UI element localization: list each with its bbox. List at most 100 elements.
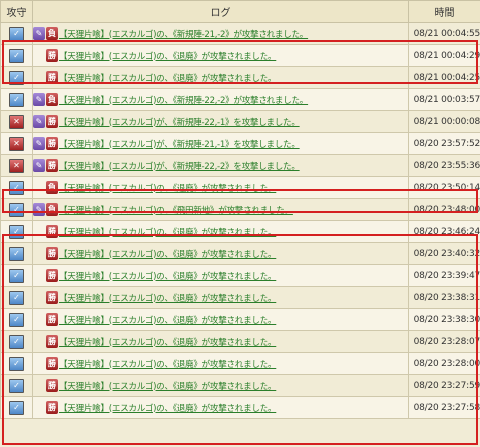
log-row: ✓ 勝【天狸片喰】(エスカルゴ)の、《退廃》が攻撃されました。 08/20 23:2… bbox=[0, 352, 480, 375]
attack-defense-cell: ✓ bbox=[0, 44, 33, 67]
shield-check-icon: ✓ bbox=[9, 26, 24, 41]
pen-icon: ✎ bbox=[33, 27, 45, 40]
log-row: ✓ 負【天狸片喰】(エスカルゴ)の、《退廃》が攻撃されました。 08/20 23:5… bbox=[0, 176, 480, 199]
timestamp: 08/20 23:50:14 bbox=[408, 176, 480, 199]
pen-icon: ✎ bbox=[33, 115, 45, 128]
crossed-swords-icon: ✕ bbox=[9, 158, 24, 173]
result-badge: 勝 bbox=[46, 137, 58, 150]
log-link[interactable]: 【天狸片喰】(エスカルゴ)の、《退廃》が攻撃されました。 bbox=[59, 248, 277, 260]
shield-check-icon: ✓ bbox=[9, 224, 24, 239]
log-link[interactable]: 【天狸片喰】(エスカルゴ)が、《新規陣-21,-1》を攻撃しました。 bbox=[59, 138, 300, 150]
shield-check-icon: ✓ bbox=[9, 92, 24, 107]
log-row: ✕ ✎ 勝【天狸片喰】(エスカルゴ)が、《新規陣-22,-2》を攻撃しました。 08/… bbox=[0, 154, 480, 177]
result-badge: 勝 bbox=[46, 357, 58, 370]
timestamp: 08/20 23:38:30 bbox=[408, 308, 480, 331]
log-row: ✓ ✎ 負【天狸片喰】(エスカルゴ)の、《新規陣-22,-2》が攻撃されました。 08… bbox=[0, 88, 480, 111]
log-cell: 勝【天狸片喰】(エスカルゴ)の、《退廃》が攻撃されました。 bbox=[32, 352, 409, 375]
attack-defense-cell: ✓ bbox=[0, 176, 33, 199]
result-badge: 勝 bbox=[46, 49, 58, 62]
log-link[interactable]: 【天狸片喰】(エスカルゴ)の、《退廃》が攻撃されました。 bbox=[59, 314, 277, 326]
log-row: ✓ 勝【天狸片喰】(エスカルゴ)の、《退廃》が攻撃されました。 08/20 23:3… bbox=[0, 308, 480, 331]
log-cell: 負【天狸片喰】(エスカルゴ)の、《退廃》が攻撃されました。 bbox=[32, 176, 409, 199]
shield-check-icon: ✓ bbox=[9, 400, 24, 415]
header-log: ログ bbox=[32, 0, 409, 23]
pen-icon: ✎ bbox=[33, 137, 45, 150]
pen-icon: ✎ bbox=[33, 203, 45, 216]
log-row: ✓ 勝【天狸片喰】(エスカルゴ)の、《退廃》が攻撃されました。 08/21 00:0… bbox=[0, 44, 480, 67]
log-row: ✓ 勝【天狸片喰】(エスカルゴ)の、《退廃》が攻撃されました。 08/20 23:2… bbox=[0, 396, 480, 419]
timestamp: 08/20 23:38:31 bbox=[408, 286, 480, 309]
shield-check-icon: ✓ bbox=[9, 378, 24, 393]
log-link[interactable]: 【天狸片喰】(エスカルゴ)の、《退廃》が攻撃されました。 bbox=[59, 270, 277, 282]
timestamp: 08/20 23:48:00 bbox=[408, 198, 480, 221]
log-link[interactable]: 【天狸片喰】(エスカルゴ)の、《退廃》が攻撃されました。 bbox=[59, 226, 277, 238]
log-link[interactable]: 【天狸片喰】(エスカルゴ)の、《退廃》が攻撃されました。 bbox=[59, 358, 277, 370]
pen-icon: ✎ bbox=[33, 159, 45, 172]
result-badge: 勝 bbox=[46, 71, 58, 84]
attack-defense-cell: ✕ bbox=[0, 132, 33, 155]
log-row: ✓ 勝【天狸片喰】(エスカルゴ)の、《退廃》が攻撃されました。 08/20 23:4… bbox=[0, 220, 480, 243]
attack-defense-cell: ✓ bbox=[0, 198, 33, 221]
result-badge: 勝 bbox=[46, 335, 58, 348]
result-badge: 勝 bbox=[46, 115, 58, 128]
header-row: 攻守 ログ 時間 bbox=[0, 0, 480, 23]
log-link[interactable]: 【天狸片喰】(エスカルゴ)の、《飛田新地》が攻撃されました。 bbox=[59, 204, 293, 216]
shield-check-icon: ✓ bbox=[9, 334, 24, 349]
attack-defense-cell: ✓ bbox=[0, 22, 33, 45]
log-link[interactable]: 【天狸片喰】(エスカルゴ)の、《退廃》が攻撃されました。 bbox=[59, 380, 277, 392]
log-link[interactable]: 【天狸片喰】(エスカルゴ)が、《新規陣-22,-1》を攻撃しました。 bbox=[59, 116, 300, 128]
log-cell: ✎ 負【天狸片喰】(エスカルゴ)の、《飛田新地》が攻撃されました。 bbox=[32, 198, 409, 221]
timestamp: 08/21 00:03:57 bbox=[408, 88, 480, 111]
log-cell: 勝【天狸片喰】(エスカルゴ)の、《退廃》が攻撃されました。 bbox=[32, 308, 409, 331]
attack-defense-cell: ✕ bbox=[0, 110, 33, 133]
header-time: 時間 bbox=[408, 0, 480, 23]
attack-defense-cell: ✓ bbox=[0, 396, 33, 419]
crossed-swords-icon: ✕ bbox=[9, 114, 24, 129]
log-cell: 勝【天狸片喰】(エスカルゴ)の、《退廃》が攻撃されました。 bbox=[32, 330, 409, 353]
log-link[interactable]: 【天狸片喰】(エスカルゴ)の、《退廃》が攻撃されました。 bbox=[59, 336, 277, 348]
log-cell: ✎ 勝【天狸片喰】(エスカルゴ)が、《新規陣-21,-1》を攻撃しました。 bbox=[32, 132, 409, 155]
log-link[interactable]: 【天狸片喰】(エスカルゴ)の、《退廃》が攻撃されました。 bbox=[59, 182, 277, 194]
attack-defense-cell: ✓ bbox=[0, 286, 33, 309]
log-link[interactable]: 【天狸片喰】(エスカルゴ)の、《退廃》が攻撃されました。 bbox=[59, 50, 277, 62]
shield-check-icon: ✓ bbox=[9, 48, 24, 63]
timestamp: 08/21 00:04:29 bbox=[408, 44, 480, 67]
result-badge: 負 bbox=[46, 93, 58, 106]
log-cell: ✎ 負【天狸片喰】(エスカルゴ)の、《新規陣-21,-2》が攻撃されました。 bbox=[32, 22, 409, 45]
timestamp: 08/21 00:04:55 bbox=[408, 22, 480, 45]
log-link[interactable]: 【天狸片喰】(エスカルゴ)の、《退廃》が攻撃されました。 bbox=[59, 402, 277, 414]
timestamp: 08/20 23:28:07 bbox=[408, 330, 480, 353]
log-row: ✓ 勝【天狸片喰】(エスカルゴ)の、《退廃》が攻撃されました。 08/20 23:2… bbox=[0, 330, 480, 353]
log-link[interactable]: 【天狸片喰】(エスカルゴ)の、《退廃》が攻撃されました。 bbox=[59, 72, 277, 84]
timestamp: 08/20 23:27:58 bbox=[408, 396, 480, 419]
log-cell: 勝【天狸片喰】(エスカルゴ)の、《退廃》が攻撃されました。 bbox=[32, 242, 409, 265]
shield-check-icon: ✓ bbox=[9, 268, 24, 283]
attack-defense-cell: ✓ bbox=[0, 352, 33, 375]
attack-defense-cell: ✓ bbox=[0, 308, 33, 331]
log-link[interactable]: 【天狸片喰】(エスカルゴ)の、《退廃》が攻撃されました。 bbox=[59, 292, 277, 304]
log-link[interactable]: 【天狸片喰】(エスカルゴ)が、《新規陣-22,-2》を攻撃しました。 bbox=[59, 160, 300, 172]
log-row: ✓ 勝【天狸片喰】(エスカルゴ)の、《退廃》が攻撃されました。 08/20 23:3… bbox=[0, 264, 480, 287]
attack-defense-cell: ✓ bbox=[0, 220, 33, 243]
timestamp: 08/21 00:00:08 bbox=[408, 110, 480, 133]
log-link[interactable]: 【天狸片喰】(エスカルゴ)の、《新規陣-22,-2》が攻撃されました。 bbox=[59, 94, 308, 106]
log-cell: 勝【天狸片喰】(エスカルゴ)の、《退廃》が攻撃されました。 bbox=[32, 286, 409, 309]
timestamp: 08/20 23:28:00 bbox=[408, 352, 480, 375]
shield-check-icon: ✓ bbox=[9, 246, 24, 261]
attack-defense-cell: ✕ bbox=[0, 154, 33, 177]
log-cell: 勝【天狸片喰】(エスカルゴ)の、《退廃》が攻撃されました。 bbox=[32, 44, 409, 67]
result-badge: 勝 bbox=[46, 313, 58, 326]
result-badge: 勝 bbox=[46, 159, 58, 172]
log-cell: ✎ 勝【天狸片喰】(エスカルゴ)が、《新規陣-22,-1》を攻撃しました。 bbox=[32, 110, 409, 133]
log-link[interactable]: 【天狸片喰】(エスカルゴ)の、《新規陣-21,-2》が攻撃されました。 bbox=[59, 28, 308, 40]
log-rows: ✓ ✎ 負【天狸片喰】(エスカルゴ)の、《新規陣-21,-2》が攻撃されました。 08… bbox=[0, 22, 480, 419]
log-cell: 勝【天狸片喰】(エスカルゴ)の、《退廃》が攻撃されました。 bbox=[32, 396, 409, 419]
log-cell: ✎ 勝【天狸片喰】(エスカルゴ)が、《新規陣-22,-2》を攻撃しました。 bbox=[32, 154, 409, 177]
crossed-swords-icon: ✕ bbox=[9, 136, 24, 151]
result-badge: 負 bbox=[46, 181, 58, 194]
attack-defense-cell: ✓ bbox=[0, 242, 33, 265]
attack-defense-cell: ✓ bbox=[0, 374, 33, 397]
result-badge: 勝 bbox=[46, 225, 58, 238]
log-row: ✓ 勝【天狸片喰】(エスカルゴ)の、《退廃》が攻撃されました。 08/20 23:2… bbox=[0, 374, 480, 397]
shield-check-icon: ✓ bbox=[9, 290, 24, 305]
